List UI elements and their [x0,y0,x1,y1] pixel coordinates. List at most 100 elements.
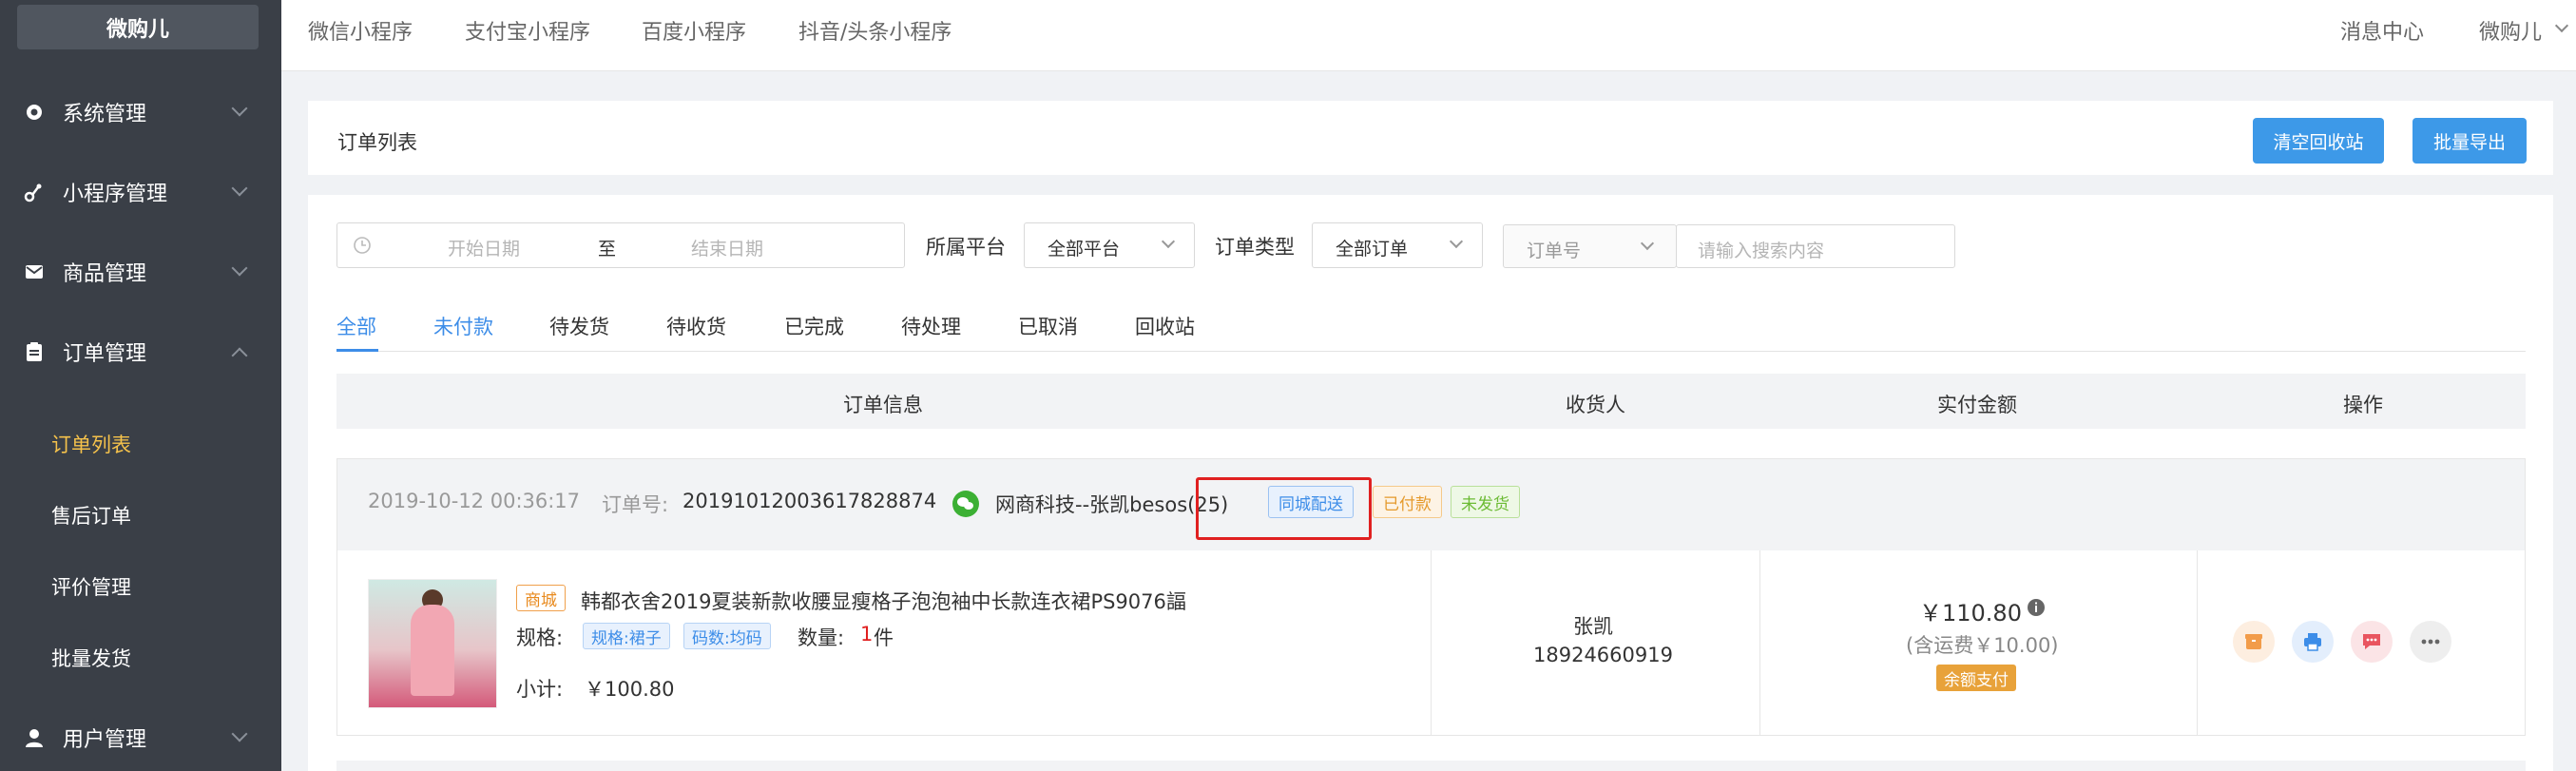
tab-baidu-miniprogram[interactable]: 百度小程序 [642,15,746,46]
title-panel [308,101,2553,175]
chevron-down-icon [1161,234,1176,249]
next-order-card-edge [336,761,2526,771]
column-header-receiver: 收货人 [1566,394,1625,416]
sidebar: 微购儿 系统管理 小程序管理 商品管理 订单管理 订单列表 售后订单 评价管理 … [0,0,281,771]
sidebar-item-miniprogram[interactable]: 小程序管理 [0,164,281,221]
tabs-divider [336,351,2526,352]
shipping-status-badge: 未发货 [1451,486,1520,518]
tab-to-receive[interactable]: 待收货 [666,312,726,340]
order-type-select[interactable]: 全部订单 [1312,222,1483,268]
info-icon[interactable] [2027,598,2046,621]
gear-icon [23,101,46,124]
message-center-link[interactable]: 消息中心 [2340,15,2424,46]
end-date-input[interactable]: 结束日期 [691,235,763,260]
tab-alipay-miniprogram[interactable]: 支付宝小程序 [465,15,590,46]
order-card: 2019-10-12 00:36:17 订单号: 201910120036178… [336,458,2526,736]
order-type-label: 订单类型 [1215,236,1295,259]
sidebar-subitem-order-list[interactable]: 订单列表 [51,430,131,458]
tab-wechat-miniprogram[interactable]: 微信小程序 [308,15,413,46]
date-range-separator: 至 [598,239,617,260]
page-title: 订单列表 [337,131,417,154]
table-header: 订单信息 收货人 实付金额 操作 [336,374,2526,429]
shop-name: 网商科技--张凯besos(25) [995,493,1229,516]
sidebar-item-goods[interactable]: 商品管理 [0,243,281,300]
clear-recycle-bin-button[interactable]: 清空回收站 [2253,118,2384,164]
shipping-fee-note: (含运费￥10.00) [1906,634,2059,657]
spec-label: 规格: [516,626,564,649]
more-icon[interactable] [2410,621,2451,663]
order-no-label: 订单号: [602,493,669,516]
platform-label: 所属平台 [926,236,1006,259]
order-no: 20191012003617828874 [682,490,937,512]
sidebar-item-orders[interactable]: 订单管理 [0,323,281,380]
sidebar-item-label: 商品管理 [63,262,147,286]
quantity-value: 1 [860,623,874,646]
active-tab-indicator [336,349,378,352]
subtotal-value: ￥100.80 [585,678,675,701]
wechat-icon [952,490,980,522]
receiver-phone: 18924660919 [1533,644,1673,666]
search-input-placeholder: 请输入搜索内容 [1698,241,1825,261]
product-source-badge: 商城 [516,585,566,611]
cell-divider [1759,550,1760,735]
chevron-down-icon [231,100,248,117]
quantity-label: 数量: [798,626,845,649]
sidebar-item-users[interactable]: 用户管理 [0,709,281,766]
brand-logo: 微购儿 [17,5,259,49]
start-date-input[interactable]: 开始日期 [448,235,520,260]
payment-status-badge: 已付款 [1373,486,1442,518]
tab-recycle-bin[interactable]: 回收站 [1135,312,1195,340]
tab-completed[interactable]: 已完成 [784,312,844,340]
order-time: 2019-10-12 00:36:17 [368,490,581,512]
sidebar-subitem-batch-ship[interactable]: 批量发货 [51,644,131,672]
chevron-down-icon [1640,236,1655,251]
sidebar-subitem-reviews[interactable]: 评价管理 [51,572,131,601]
order-type-select-value: 全部订单 [1336,239,1409,260]
print-icon[interactable] [2292,621,2334,663]
chevron-down-icon [1449,234,1464,249]
product-name[interactable]: 韩都衣舍2019夏装新款收腰显瘦格子泡泡袖中长款连衣裙PS9076諨 [581,587,1186,615]
highlight-box [1196,477,1372,540]
tab-unpaid[interactable]: 未付款 [433,312,493,340]
clock-icon [353,236,372,259]
ship-icon[interactable] [2233,621,2275,663]
search-field-value: 订单号 [1527,241,1582,261]
batch-export-button[interactable]: 批量导出 [2413,118,2527,164]
cell-divider [2197,550,2198,735]
size-badge: 码数:均码 [683,623,771,649]
product-image[interactable] [368,579,497,708]
sidebar-item-label: 系统管理 [63,103,147,126]
product-image-figure [411,605,454,696]
clipboard-icon [23,340,46,363]
column-header-order-info: 订单信息 [843,394,923,416]
quantity-unit: 件 [874,626,894,649]
tab-douyin-miniprogram[interactable]: 抖音/头条小程序 [798,15,952,46]
platform-select[interactable]: 全部平台 [1024,222,1195,268]
tab-cancelled[interactable]: 已取消 [1018,312,1078,340]
mail-icon [23,260,46,283]
search-input[interactable]: 请输入搜索内容 [1676,224,1955,268]
column-header-amount: 实付金额 [1937,394,2017,416]
search-field-select[interactable]: 订单号 [1503,224,1677,268]
tab-to-ship[interactable]: 待发货 [549,312,609,340]
message-icon[interactable] [2351,621,2393,663]
user-icon [23,726,46,749]
user-menu[interactable]: 微购儿 [2479,15,2542,46]
chevron-up-icon [231,347,248,364]
receiver-name: 张凯 [1573,615,1613,638]
paid-amount: ￥110.80 [1919,600,2022,626]
link-icon [23,181,46,203]
payment-method-badge: 余额支付 [1936,665,2016,691]
chevron-down-icon[interactable] [2554,18,2569,33]
tab-all[interactable]: 全部 [336,312,376,340]
order-header: 2019-10-12 00:36:17 订单号: 201910120036178… [337,459,2525,550]
subtotal-label: 小计: [516,678,564,701]
sidebar-item-label: 用户管理 [63,728,147,752]
platform-select-value: 全部平台 [1048,239,1121,260]
tab-pending[interactable]: 待处理 [901,312,961,340]
chevron-down-icon [231,260,248,277]
sidebar-item-system[interactable]: 系统管理 [0,84,281,141]
chevron-down-icon [231,180,248,197]
date-range-picker[interactable]: 开始日期 至 结束日期 [336,222,905,268]
sidebar-subitem-after-sales[interactable]: 售后订单 [51,501,131,530]
